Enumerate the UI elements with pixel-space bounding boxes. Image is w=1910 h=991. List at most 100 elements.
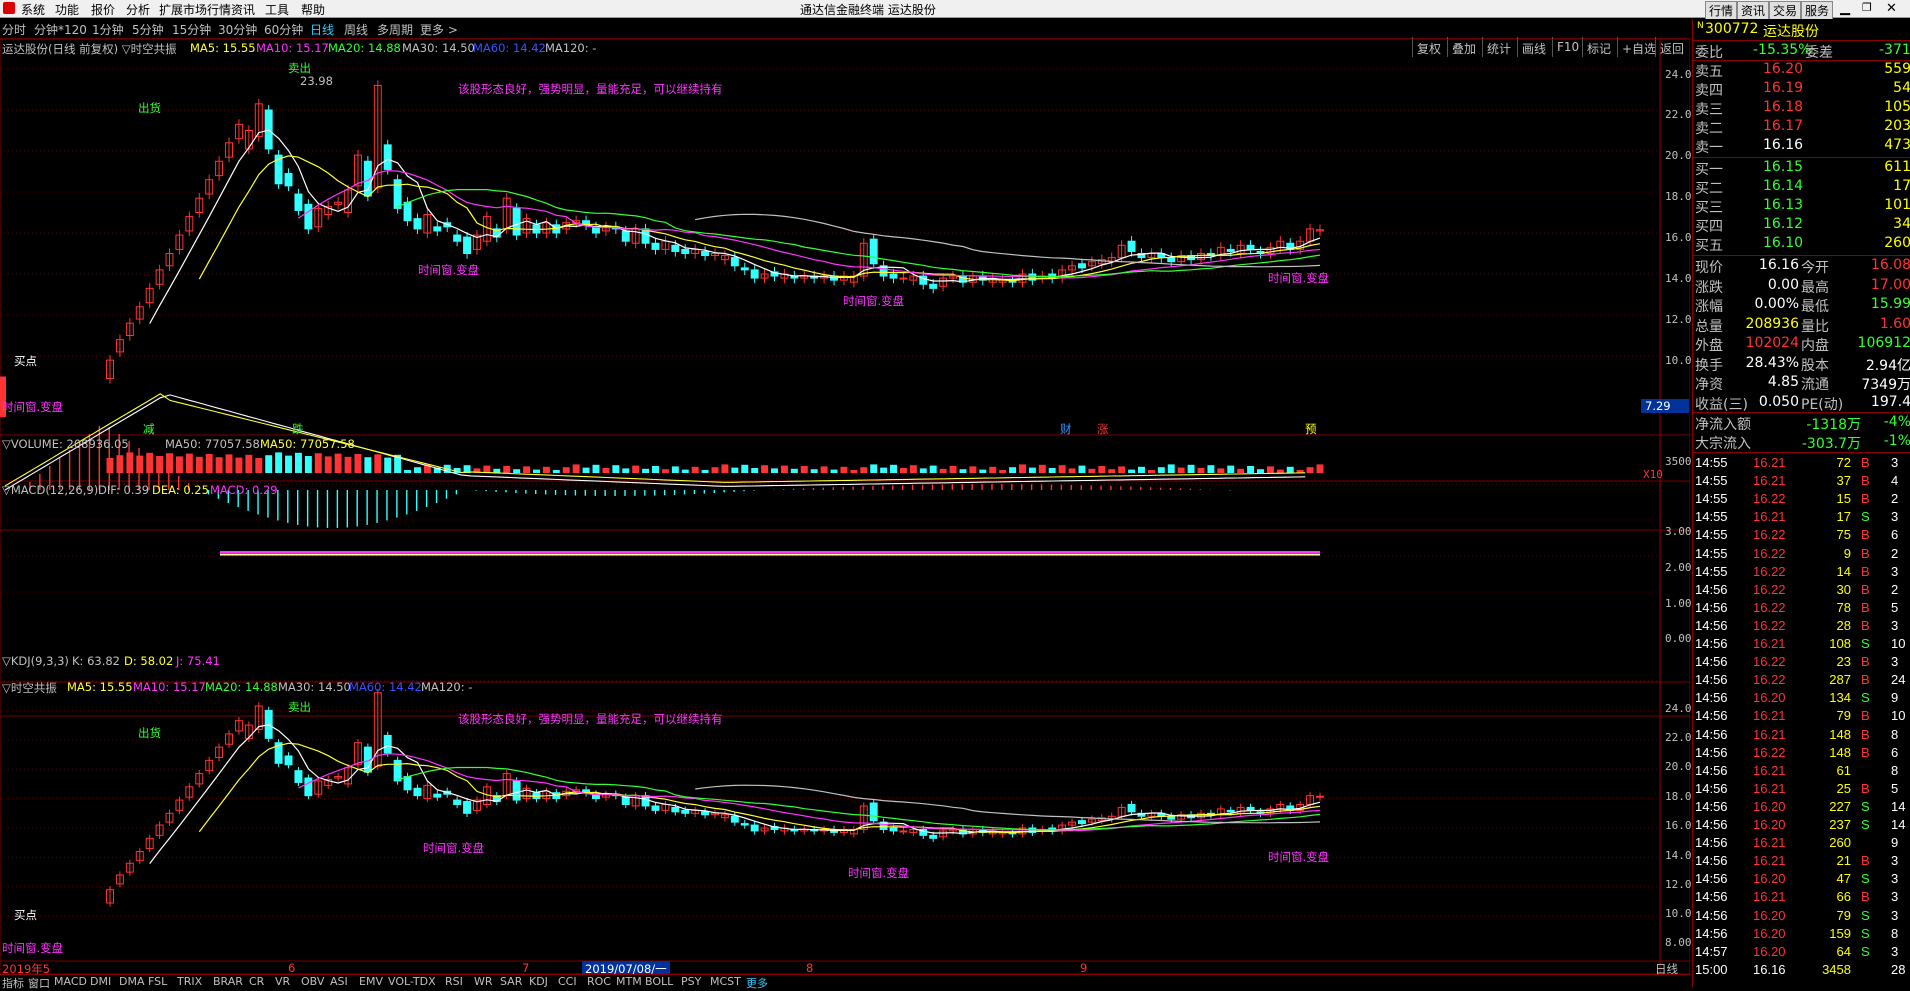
tick-volume: 227 bbox=[1829, 798, 1851, 814]
indicator-tab[interactable]: ASI bbox=[330, 975, 348, 988]
main-candle bbox=[681, 248, 690, 254]
top-btn-service[interactable]: 服务 bbox=[1801, 1, 1834, 20]
tick-side: B bbox=[1861, 889, 1870, 905]
indicator-tab[interactable]: CR bbox=[249, 975, 264, 988]
menu-system[interactable]: 系统 bbox=[21, 1, 45, 18]
tick-price: 16.22 bbox=[1753, 545, 1786, 561]
tick-time: 14:55 bbox=[1695, 509, 1728, 525]
menu-extended-market[interactable]: 扩展市场行情 bbox=[159, 1, 231, 18]
indicator-tab[interactable]: VOL-TDX bbox=[388, 975, 436, 988]
indicator-tab[interactable]: TRIX bbox=[177, 975, 202, 988]
volume-bar bbox=[1266, 466, 1274, 473]
indicator-tab[interactable]: FSL bbox=[148, 975, 167, 988]
volume-bar bbox=[800, 466, 808, 473]
kline-chart-area[interactable] bbox=[0, 39, 1690, 974]
indicator-tab[interactable]: 更多 bbox=[746, 975, 768, 991]
stat-value: 4.85 bbox=[1767, 374, 1799, 390]
volume-bar bbox=[116, 455, 124, 473]
asks-row[interactable]: 卖一 16.16 473 bbox=[1693, 137, 1910, 156]
tick-volume: 61 bbox=[1836, 762, 1851, 778]
ma10-label: MA10: 15.17 bbox=[256, 41, 329, 55]
period-fenshi[interactable]: 分时 bbox=[2, 21, 26, 38]
period-weekly[interactable]: 周线 bbox=[344, 21, 368, 38]
tick-price: 16.20 bbox=[1753, 817, 1786, 832]
minimize-icon[interactable]: ▁ bbox=[1840, 1, 1850, 16]
indicator-tab[interactable]: EMV bbox=[359, 975, 383, 988]
asks-row[interactable]: 卖二 16.17 203 bbox=[1693, 118, 1910, 137]
indicator-tab[interactable]: KDJ bbox=[529, 975, 548, 988]
menu-help[interactable]: 帮助 bbox=[301, 1, 325, 18]
indicator-tabs: 指标 窗口 MACD DMI DMA FSL TRIX BRAR CR VR OBV ASI EMV VO… bbox=[0, 974, 1690, 990]
indicator-tab[interactable]: OBV bbox=[301, 975, 324, 988]
period-60min[interactable]: 60分钟 bbox=[264, 21, 303, 38]
volume-bar bbox=[790, 468, 798, 473]
indicator-tab[interactable]: VR bbox=[275, 975, 290, 988]
indicator-tab[interactable]: CCI bbox=[558, 975, 577, 988]
tick-price: 16.22 bbox=[1753, 563, 1786, 579]
top-btn-trade[interactable]: 交易 bbox=[1769, 1, 1802, 20]
macd-y-label: 3.00 bbox=[1665, 525, 1692, 538]
sub2-ma60: MA60: 14.42 bbox=[349, 680, 422, 694]
tick-side: B bbox=[1861, 708, 1870, 724]
indicator-tab[interactable]: MCST bbox=[710, 975, 741, 988]
period-multi[interactable]: 多周期 bbox=[377, 21, 413, 38]
indicator-tab[interactable]: DMI bbox=[90, 975, 111, 988]
bids-level-label: 买二 bbox=[1695, 181, 1723, 197]
asks-row[interactable]: 卖三 16.18 105 bbox=[1693, 99, 1910, 118]
period-15min[interactable]: 15分钟 bbox=[172, 21, 211, 38]
bids-row[interactable]: 买四 16.12 34 bbox=[1693, 216, 1910, 235]
indicator-tab[interactable]: 窗口 bbox=[28, 975, 50, 991]
period-more[interactable]: 更多 > bbox=[420, 21, 458, 38]
indicator-tab[interactable]: ROC bbox=[587, 975, 611, 988]
period-1min[interactable]: 1分钟 bbox=[92, 21, 124, 38]
tick-list[interactable]: 14:55 16.21 72 B 3 14:55 16.21 37 B 4 14:55 16.22 15… bbox=[1693, 454, 1910, 987]
indicator-tab[interactable]: 指标 bbox=[2, 975, 24, 991]
indicator-tab[interactable]: DMA bbox=[119, 975, 145, 988]
top-btn-market[interactable]: 行情 bbox=[1705, 1, 1738, 20]
bids-volume: 101 bbox=[1884, 197, 1910, 213]
asks-row[interactable]: 卖五 16.20 559 bbox=[1693, 61, 1910, 80]
tick-price: 16.22 bbox=[1753, 744, 1786, 760]
indicator-tab[interactable]: PSY bbox=[681, 975, 701, 988]
menu-quote[interactable]: 报价 bbox=[91, 1, 115, 18]
tick-row: 14:55 16.22 9 B 2 bbox=[1693, 545, 1910, 563]
sub2-candle bbox=[740, 823, 749, 826]
close-icon[interactable]: ✕ bbox=[1886, 1, 1897, 16]
indicator-tab[interactable]: BOLL bbox=[645, 975, 673, 988]
sub2-time-window-4: 时间窗.变盘 bbox=[1268, 850, 1330, 864]
tick-price: 16.22 bbox=[1753, 527, 1786, 543]
period-min120[interactable]: 分钟*120 bbox=[34, 21, 87, 38]
main-candle bbox=[730, 257, 739, 267]
tick-count: 3 bbox=[1891, 563, 1899, 579]
period-30min[interactable]: 30分钟 bbox=[218, 21, 257, 38]
asks-row[interactable]: 卖四 16.19 54 bbox=[1693, 80, 1910, 99]
menu-function[interactable]: 功能 bbox=[55, 1, 79, 18]
period-daily[interactable]: 日线 bbox=[310, 21, 334, 38]
bids-row[interactable]: 买一 16.15 611 bbox=[1693, 159, 1910, 178]
indicator-tab[interactable]: RSI bbox=[445, 975, 463, 988]
bids-volume: 17 bbox=[1893, 178, 1910, 194]
tick-time: 15:00 bbox=[1695, 961, 1728, 977]
indicator-tab[interactable]: MACD bbox=[54, 975, 87, 988]
indicator-tab[interactable]: BRAR bbox=[213, 975, 243, 988]
menu-tools[interactable]: 工具 bbox=[265, 1, 289, 18]
macd-y-label: 1.00 bbox=[1665, 597, 1692, 610]
bids-row[interactable]: 买五 16.10 260 bbox=[1693, 235, 1910, 254]
tick-price: 16.22 bbox=[1753, 672, 1786, 688]
indicator-tab[interactable]: WR bbox=[474, 975, 493, 988]
bids-row[interactable]: 买二 16.14 17 bbox=[1693, 178, 1910, 197]
bids-row[interactable]: 买三 16.13 101 bbox=[1693, 197, 1910, 216]
indicator-tab[interactable]: MTM bbox=[616, 975, 642, 988]
period-5min[interactable]: 5分钟 bbox=[132, 21, 164, 38]
menu-news[interactable]: 资讯 bbox=[231, 1, 255, 18]
restore-icon[interactable]: ❐ bbox=[1862, 1, 1872, 14]
volume-bar bbox=[622, 468, 630, 473]
tick-time: 14:56 bbox=[1695, 817, 1728, 832]
ma30-label: MA30: 14.50 bbox=[402, 41, 475, 55]
sub2-note: 该股形态良好，强势明显，量能充足，可以继续持有 bbox=[458, 712, 723, 726]
indicator-tab[interactable]: SAR bbox=[500, 975, 522, 988]
menu-analysis[interactable]: 分析 bbox=[126, 1, 150, 18]
bids-volume: 611 bbox=[1884, 159, 1910, 175]
stat-label: 流通 bbox=[1801, 377, 1829, 393]
top-btn-news[interactable]: 资讯 bbox=[1737, 1, 1770, 20]
